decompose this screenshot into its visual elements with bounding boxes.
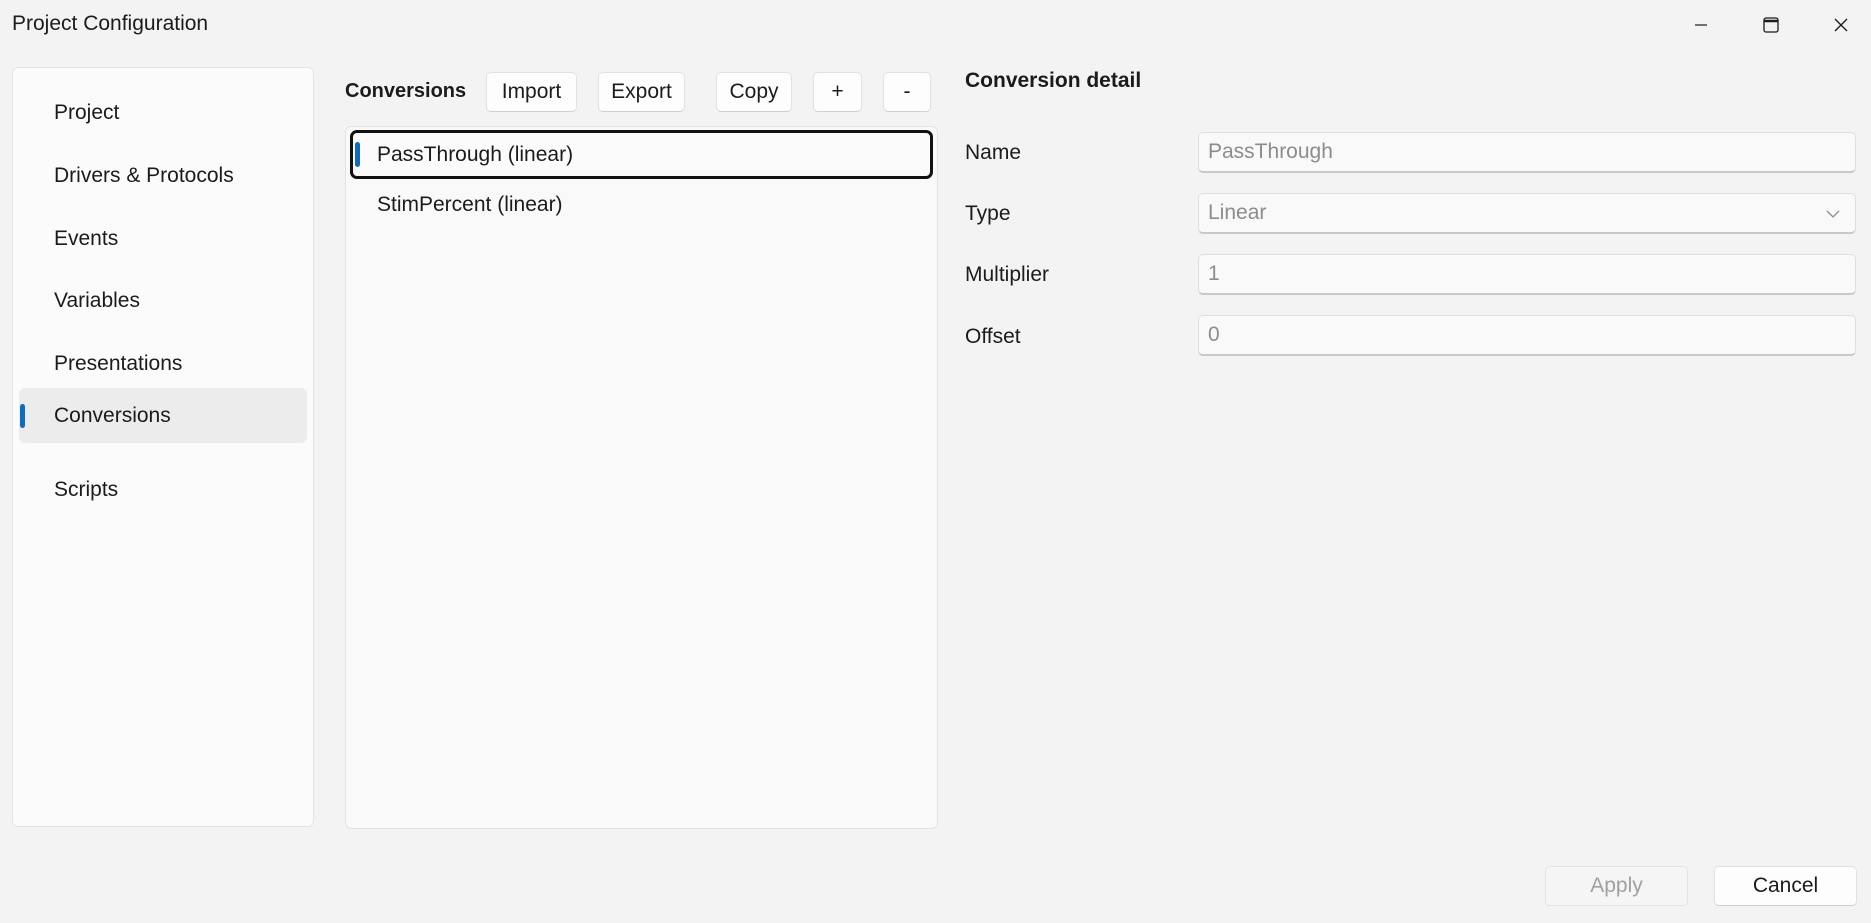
type-label: Type — [965, 202, 1011, 225]
offset-field[interactable]: 0 — [1198, 315, 1856, 356]
sidebar-nav: Project Drivers & Protocols Events Varia… — [12, 67, 314, 827]
sidebar-item-label: Drivers & Protocols — [54, 163, 234, 187]
minimize-icon — [1695, 24, 1707, 26]
sidebar-item-scripts[interactable]: Scripts — [19, 462, 307, 517]
list-item[interactable]: PassThrough (linear) — [350, 130, 933, 179]
multiplier-label: Multiplier — [965, 263, 1050, 286]
title-bar: Project Configuration — [0, 0, 1871, 52]
copy-button[interactable]: Copy — [716, 72, 792, 112]
import-button[interactable]: Import — [486, 72, 577, 112]
cancel-button[interactable]: Cancel — [1714, 866, 1857, 906]
sidebar-item-label: Events — [54, 226, 119, 250]
sidebar-item-label: Project — [54, 100, 120, 124]
maximize-button[interactable] — [1736, 0, 1806, 50]
list-item[interactable]: StimPercent (linear) — [350, 180, 933, 229]
conversion-detail-heading: Conversion detail — [965, 69, 1142, 92]
sidebar-item-project[interactable]: Project — [19, 85, 307, 140]
multiplier-value: 1 — [1208, 262, 1220, 285]
maximize-icon — [1763, 17, 1779, 33]
type-dropdown[interactable]: Linear — [1198, 193, 1856, 234]
conversions-heading: Conversions — [345, 80, 467, 102]
sidebar-item-presentations[interactable]: Presentations — [19, 336, 307, 391]
apply-button[interactable]: Apply — [1545, 866, 1688, 906]
offset-value: 0 — [1208, 323, 1220, 346]
sidebar-item-variables[interactable]: Variables — [19, 273, 307, 328]
type-value: Linear — [1208, 201, 1267, 224]
project-configuration-window: Project Configuration Project Drivers & … — [0, 0, 1871, 923]
offset-label: Offset — [965, 325, 1021, 348]
name-value: PassThrough — [1208, 140, 1333, 163]
remove-conversion-button[interactable]: - — [883, 72, 931, 112]
sidebar-item-label: Scripts — [54, 477, 119, 501]
name-field[interactable]: PassThrough — [1198, 132, 1856, 173]
window-title: Project Configuration — [12, 12, 209, 35]
add-conversion-button[interactable]: + — [813, 72, 862, 112]
close-button[interactable] — [1806, 0, 1871, 50]
sidebar-item-label: Presentations — [54, 351, 183, 375]
selection-indicator — [20, 404, 25, 428]
list-item-label: StimPercent (linear) — [377, 192, 563, 216]
export-button[interactable]: Export — [598, 72, 685, 112]
list-item-label: PassThrough (linear) — [377, 142, 574, 166]
sidebar-item-drivers-protocols[interactable]: Drivers & Protocols — [19, 148, 307, 203]
sidebar-item-label: Variables — [54, 288, 140, 312]
chevron-down-icon — [1826, 210, 1840, 218]
sidebar-item-conversions[interactable]: Conversions — [19, 388, 307, 443]
selection-indicator — [355, 142, 360, 167]
name-label: Name — [965, 141, 1022, 164]
minimize-button[interactable] — [1666, 0, 1736, 50]
multiplier-field[interactable]: 1 — [1198, 254, 1856, 295]
conversions-list[interactable]: PassThrough (linear) StimPercent (linear… — [345, 126, 938, 829]
sidebar-item-label: Conversions — [54, 403, 171, 427]
sidebar-item-events[interactable]: Events — [19, 211, 307, 266]
close-icon — [1834, 18, 1848, 32]
